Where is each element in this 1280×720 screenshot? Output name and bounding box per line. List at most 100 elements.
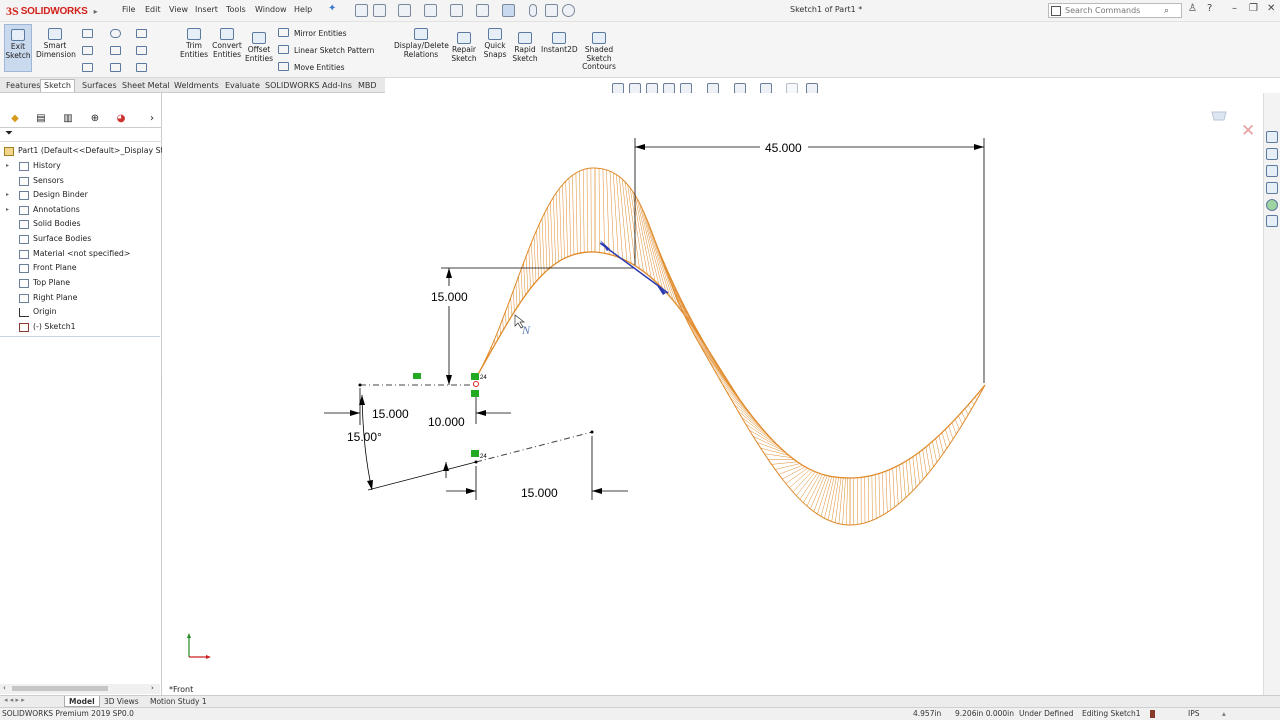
tree-item-top-plane[interactable]: Top Plane <box>0 276 162 291</box>
display-manager-tab-icon[interactable]: ◕ <box>112 111 130 127</box>
tab-sketch[interactable]: Sketch <box>40 79 75 92</box>
expand-arrow-icon[interactable]: ▸ <box>6 203 9 217</box>
horizontal-relation-icon[interactable] <box>413 373 421 379</box>
appearances-icon[interactable] <box>1266 199 1278 211</box>
quick-snaps-button[interactable]: Quick Snaps <box>481 28 509 59</box>
menu-insert[interactable]: Insert <box>195 5 218 14</box>
minimize-icon[interactable]: – <box>1232 3 1237 14</box>
spline-start-point[interactable] <box>473 381 479 387</box>
search-scope-icon[interactable] <box>1051 6 1061 16</box>
panel-expand-arrow-icon[interactable]: › <box>143 111 161 127</box>
menu-edit[interactable]: Edit <box>145 5 161 14</box>
construction-endpoint[interactable] <box>358 383 362 387</box>
instant2d-button[interactable]: Instant2D <box>541 32 578 55</box>
file-explorer-icon[interactable] <box>1266 165 1278 177</box>
convert-entities-button[interactable]: Convert Entities <box>210 28 244 59</box>
select-arrow-icon[interactable] <box>502 4 515 17</box>
file-properties-icon[interactable] <box>545 4 558 17</box>
search-commands-field[interactable]: Search Commands ⌕ <box>1048 3 1182 18</box>
dimension-height[interactable]: 15.000 <box>431 290 468 304</box>
tab-surfaces[interactable]: Surfaces <box>79 80 120 93</box>
configuration-manager-tab-icon[interactable]: ▥ <box>59 111 77 127</box>
vertical-relation-icon[interactable] <box>471 390 479 397</box>
tree-item-sensors[interactable]: Sensors <box>0 174 162 189</box>
spline-handle-arrow[interactable] <box>600 240 610 251</box>
dimension-left-offset[interactable]: 15.000 <box>372 407 409 421</box>
rapid-sketch-button[interactable]: Rapid Sketch <box>511 32 539 63</box>
arc-icon[interactable] <box>110 46 121 55</box>
scroll-left-icon[interactable]: ‹ <box>3 684 6 692</box>
trim-entities-button[interactable]: Trim Entities <box>178 28 210 59</box>
menu-window[interactable]: Window <box>255 5 287 14</box>
smart-dimension-button[interactable]: Smart Dimension <box>36 28 76 59</box>
mirror-entities-button[interactable]: Mirror Entities <box>294 29 347 38</box>
dimension-bottom[interactable]: 15.000 <box>521 486 558 500</box>
menu-view[interactable]: View <box>169 5 188 14</box>
search-icon[interactable]: ⌕ <box>1164 6 1169 16</box>
undo-icon[interactable] <box>476 4 489 17</box>
menu-help[interactable]: Help <box>294 5 312 14</box>
coincident-relation-icon[interactable] <box>471 450 479 457</box>
save-icon[interactable] <box>424 4 437 17</box>
print-icon[interactable] <box>450 4 463 17</box>
pin-icon[interactable]: ✦ <box>328 3 336 14</box>
move-entities-button[interactable]: Move Entities <box>294 63 345 72</box>
construction-endpoint[interactable] <box>590 430 594 434</box>
unit-dropdown-icon[interactable]: ▴ <box>1222 708 1226 720</box>
display-delete-relations-button[interactable]: Display/Delete Relations <box>394 28 449 59</box>
tree-item-right-plane[interactable]: Right Plane <box>0 291 162 306</box>
sketch-canvas[interactable]: 45.000 15.000 15.000 10.000 15.00° 15.00… <box>162 93 1262 695</box>
shaded-sketch-contours-button[interactable]: Shaded Sketch Contours <box>580 32 618 72</box>
confirm-sketch-icon[interactable] <box>1211 111 1227 121</box>
scroll-right-icon[interactable]: › <box>151 684 154 692</box>
tab-sheet-metal[interactable]: Sheet Metal <box>119 80 173 93</box>
tab-evaluate[interactable]: Evaluate <box>222 80 263 93</box>
graphics-area[interactable]: 45.000 15.000 15.000 10.000 15.00° 15.00… <box>162 93 1262 695</box>
rebuild-indicator-icon[interactable] <box>1150 710 1155 718</box>
spline-curve[interactable] <box>475 251 986 479</box>
tree-item-origin[interactable]: Origin <box>0 305 162 320</box>
exit-sketch-button[interactable]: Exit Sketch <box>4 24 32 72</box>
logo-expand-arrow-icon[interactable]: ▸ <box>94 7 98 16</box>
custom-properties-icon[interactable] <box>1266 215 1278 227</box>
dimxpert-manager-tab-icon[interactable]: ⊕ <box>86 111 104 127</box>
help-icon[interactable]: ? <box>1207 3 1212 14</box>
open-document-icon[interactable] <box>398 4 411 17</box>
linear-sketch-pattern-button[interactable]: Linear Sketch Pattern <box>294 46 374 55</box>
tree-item-sketch1[interactable]: (-) Sketch1 <box>0 320 162 335</box>
tree-item-design-binder[interactable]: ▸ Design Binder <box>0 188 162 203</box>
dimension-angle[interactable]: 15.00° <box>347 430 382 444</box>
expand-arrow-icon[interactable]: ▸ <box>6 159 9 173</box>
viewport-restore-icon[interactable]: ❐ <box>1244 93 1252 95</box>
panel-horizontal-scrollbar[interactable]: ‹ › <box>0 684 160 694</box>
dimension-gap[interactable]: 10.000 <box>428 415 465 429</box>
menu-file[interactable]: File <box>122 5 135 14</box>
tab-scroll-arrows-icon[interactable]: ◂ ◂ ▸ ▸ <box>4 696 25 704</box>
new-document-icon[interactable] <box>373 4 386 17</box>
tab-addins[interactable]: SOLIDWORKS Add-Ins <box>262 80 355 93</box>
tab-mbd[interactable]: MBD <box>355 80 380 93</box>
solidworks-logo[interactable]: 3S SOLIDWORKS ▸ <box>6 4 98 18</box>
tab-weldments[interactable]: Weldments <box>171 80 222 93</box>
cancel-sketch-icon[interactable]: ✕ <box>1241 121 1255 141</box>
viewport-close-icon[interactable]: ✕ <box>1261 93 1262 95</box>
viewport-minimize-icon[interactable]: – <box>1228 93 1233 95</box>
coincident-relation-icon[interactable] <box>471 373 479 380</box>
tree-root[interactable]: Part1 (Default<<Default>_Display State <box>0 144 176 159</box>
home-icon[interactable] <box>355 4 368 17</box>
dimension-top-width[interactable]: 45.000 <box>765 141 802 155</box>
tab-features[interactable]: Features <box>3 80 43 93</box>
scrollbar-thumb[interactable] <box>12 686 108 691</box>
tree-item-surface-bodies[interactable]: Surface Bodies <box>0 232 162 247</box>
options-gear-icon[interactable] <box>562 4 575 17</box>
expand-arrow-icon[interactable]: ▸ <box>6 188 9 202</box>
design-library-icon[interactable] <box>1266 148 1278 160</box>
tree-item-history[interactable]: ▸ History <box>0 159 162 174</box>
text-icon[interactable] <box>136 63 147 72</box>
solidworks-resources-icon[interactable] <box>1266 131 1278 143</box>
rectangle-icon[interactable] <box>82 46 93 55</box>
tree-item-front-plane[interactable]: Front Plane <box>0 261 162 276</box>
close-icon[interactable]: ✕ <box>1267 3 1275 14</box>
restore-icon[interactable]: ❐ <box>1249 3 1258 14</box>
user-icon[interactable]: ♙ <box>1188 3 1197 14</box>
